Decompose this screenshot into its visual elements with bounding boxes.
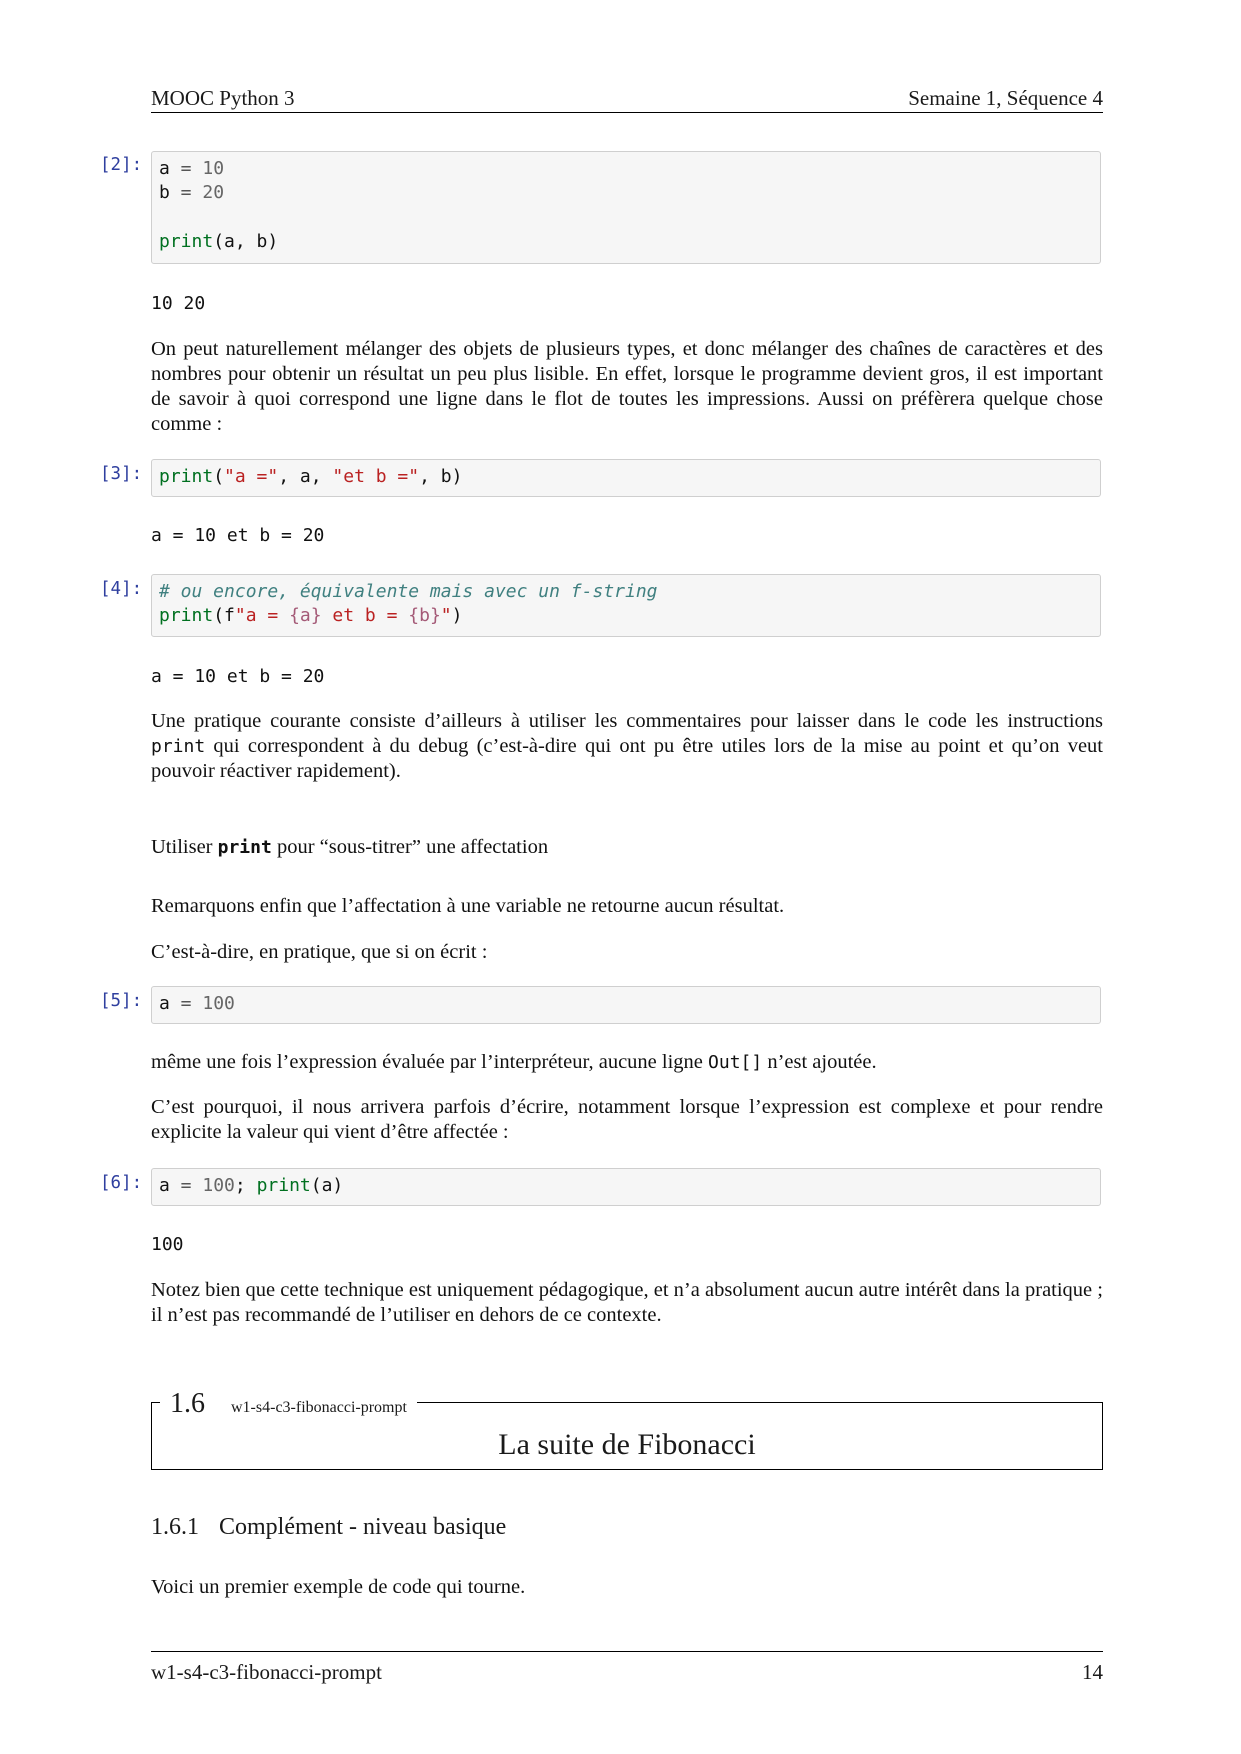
code-token: 100	[202, 1175, 235, 1196]
code-token: a	[159, 993, 170, 1014]
header-rule	[151, 112, 1103, 113]
code-token: =	[169, 158, 203, 179]
paragraph: Notez bien que cette technique est uniqu…	[151, 1279, 1103, 1326]
section-number: 1.6	[170, 1388, 205, 1419]
code-token: =	[169, 993, 203, 1014]
running-header-title: MOOC Python 3	[151, 86, 295, 110]
cell-prompt-3: [3]:	[100, 464, 143, 484]
code-line: a = 100	[159, 992, 235, 1016]
code-token: =	[169, 1175, 203, 1196]
inline-code: Out[]	[708, 1052, 763, 1073]
cell-prompt-6: [6]:	[100, 1173, 143, 1193]
code-token: =	[169, 182, 203, 203]
code-cell-3[interactable]: print("a =", a, "et b =", b)	[151, 459, 1101, 497]
footer-label: w1-s4-c3-fibonacci-prompt	[151, 1660, 382, 1684]
code-line: a = 10	[159, 157, 224, 181]
subheading: Utiliser print pour “sous-titrer” une af…	[151, 835, 1103, 860]
running-header-section: Semaine 1, Séquence 4	[908, 86, 1103, 110]
text-span: Utiliser	[151, 836, 218, 858]
code-cell-2[interactable]: a = 10 b = 20 print(a, b)	[151, 151, 1101, 264]
paragraph: Voici un premier exemple de code qui tou…	[151, 1576, 526, 1598]
code-token: "et b ="	[332, 466, 420, 487]
cell-output-4: a = 10 et b = 20	[151, 666, 325, 687]
code-token: (	[213, 466, 225, 487]
code-token: "a =	[234, 605, 290, 626]
paragraph: Une pratique courante consiste d’ailleur…	[151, 709, 1103, 784]
code-token: print	[256, 1175, 311, 1196]
code-token: print	[159, 231, 214, 252]
code-token: b	[159, 182, 170, 203]
footer-rule	[151, 1651, 1103, 1652]
text-span: même une fois l’expression évaluée par l…	[151, 1051, 709, 1073]
paragraph: même une fois l’expression évaluée par l…	[151, 1050, 1103, 1075]
code-token: (a, b)	[213, 231, 279, 252]
code-token: "a ="	[224, 466, 279, 487]
code-token: 20	[202, 182, 225, 203]
code-token: , a,	[278, 466, 333, 487]
code-line: a = 100; print(a)	[159, 1174, 343, 1198]
code-token: ;	[234, 1175, 257, 1196]
inline-code: print	[217, 837, 272, 858]
code-cell-5[interactable]: a = 100	[151, 986, 1101, 1024]
code-token: print	[159, 466, 214, 487]
subsection-number: 1.6.1	[151, 1514, 199, 1540]
text-span: pour “sous-titrer” une affectation	[271, 836, 549, 858]
section-label: w1-s4-c3-fibonacci-prompt	[231, 1399, 407, 1416]
section-heading-label: 1.6 w1-s4-c3-fibonacci-prompt	[160, 1388, 417, 1419]
code-token: a	[159, 158, 170, 179]
code-token: )	[451, 605, 463, 626]
cell-prompt-4: [4]:	[100, 579, 143, 599]
code-line: b = 20	[159, 181, 224, 205]
code-token: 100	[202, 993, 235, 1014]
subsection-title: Complément - niveau basique	[219, 1514, 507, 1540]
code-token: , b)	[419, 466, 463, 487]
section-title: La suite de Fibonacci	[498, 1428, 756, 1461]
code-line: print(f"a = {a} et b = {b}")	[159, 604, 462, 628]
paragraph: C’est-à-dire, en pratique, que si on écr…	[151, 941, 488, 963]
paragraph: On peut naturellement mélanger des objet…	[151, 338, 1103, 435]
cell-output-2: 10 20	[151, 293, 206, 314]
page-number: 14	[1082, 1660, 1103, 1684]
code-cell-6[interactable]: a = 100; print(a)	[151, 1168, 1101, 1206]
code-token: et b =	[321, 605, 409, 626]
code-token: print	[159, 605, 214, 626]
text-span: Une pratique courante consiste d’ailleur…	[151, 710, 1103, 732]
code-token: {b}	[408, 605, 441, 626]
text-span: n’est ajoutée.	[762, 1051, 877, 1073]
code-token: # ou encore, équivalente mais avec un f-…	[159, 581, 658, 602]
code-line: # ou encore, équivalente mais avec un f-…	[159, 580, 658, 604]
code-cell-4[interactable]: # ou encore, équivalente mais avec un f-…	[151, 574, 1101, 637]
cell-prompt-5: [5]:	[100, 991, 143, 1011]
code-token: (f	[213, 605, 235, 626]
code-token: "	[440, 605, 452, 626]
cell-output-6: 100	[151, 1234, 184, 1255]
paragraph: Remarquons enfin que l’affectation à une…	[151, 895, 785, 917]
cell-prompt-2: [2]:	[100, 155, 143, 175]
code-token: a	[159, 1175, 170, 1196]
subsection-heading: 1.6.1 Complément - niveau basique	[151, 1514, 506, 1541]
code-line: print(a, b)	[159, 230, 278, 254]
inline-code: print	[151, 736, 206, 757]
text-span: qui correspondent à du debug (c’est-à-di…	[151, 735, 1103, 782]
cell-output-3: a = 10 et b = 20	[151, 525, 325, 546]
paragraph: C’est pourquoi, il nous arrivera parfois…	[151, 1096, 1103, 1143]
code-token: {a}	[289, 605, 322, 626]
code-token: 10	[202, 158, 225, 179]
code-token: (a)	[310, 1175, 344, 1196]
code-line: print("a =", a, "et b =", b)	[159, 465, 462, 489]
